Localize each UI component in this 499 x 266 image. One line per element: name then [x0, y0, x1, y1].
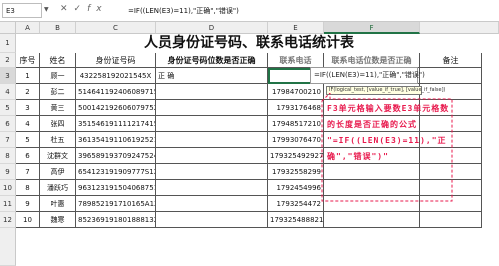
- table-cell-id-check[interactable]: [156, 164, 268, 180]
- row-header[interactable]: 5: [0, 100, 16, 116]
- column-header-c[interactable]: C: [76, 22, 156, 34]
- header-phone-check[interactable]: 联系电话位数是否正确: [324, 53, 420, 68]
- table-cell-id[interactable]: 361354191106192521: [76, 132, 156, 148]
- table-cell-id-check[interactable]: [156, 212, 268, 228]
- header-name[interactable]: 姓名: [40, 53, 76, 68]
- table-cell-seq[interactable]: 4: [16, 116, 40, 132]
- table-cell-id[interactable]: 432258192021545X: [76, 68, 156, 84]
- header-remark[interactable]: 备注: [420, 53, 482, 68]
- table-cell-id[interactable]: 852369191801888132I: [76, 212, 156, 228]
- table-cell-remark[interactable]: [420, 68, 482, 84]
- table-cell-phone[interactable]: 1793176468: [268, 100, 324, 116]
- table-cell-phone[interactable]: 17993076470: [268, 132, 324, 148]
- table-cell-seq[interactable]: 2: [16, 84, 40, 100]
- column-header-a[interactable]: A: [16, 22, 40, 34]
- column-header-d[interactable]: D: [156, 22, 268, 34]
- table-cell-name[interactable]: 潘跃巧: [40, 180, 76, 196]
- row-header[interactable]: 4: [0, 84, 16, 100]
- header-seq[interactable]: 序号: [16, 53, 40, 68]
- table-cell-id[interactable]: 654123191909777S1X: [76, 164, 156, 180]
- table-cell-id-check[interactable]: [156, 196, 268, 212]
- table-cell-name[interactable]: 杜五: [40, 132, 76, 148]
- row-header[interactable]: 2: [0, 53, 16, 68]
- annotation-text: F3单元格输入要数E3单元格数的长度是否正确的公式 "=IF((LEN(E3)=…: [327, 104, 450, 161]
- column-header-b[interactable]: B: [40, 22, 76, 34]
- table-cell-phone[interactable]: 17932558299: [268, 164, 324, 180]
- row-header[interactable]: 3: [0, 68, 16, 84]
- formula-bar: E3 ▼ ✕✓fx =IF((LEN(E3)=11),"正确","错误"): [0, 0, 499, 22]
- chevron-down-icon[interactable]: ▼: [44, 6, 49, 13]
- table-cell-seq[interactable]: 6: [16, 148, 40, 164]
- table-cell-id[interactable]: 396589193709247524: [76, 148, 156, 164]
- table-cell-name[interactable]: 高伊: [40, 164, 76, 180]
- column-header-f[interactable]: F: [324, 22, 420, 34]
- cancel-icon[interactable]: ✕: [60, 4, 74, 14]
- header-phone[interactable]: 联系电话: [268, 53, 324, 68]
- table-cell-name[interactable]: 沈群文: [40, 148, 76, 164]
- table-cell-id-check[interactable]: [156, 116, 268, 132]
- select-all-corner[interactable]: [0, 22, 16, 34]
- row-header[interactable]: 11: [0, 196, 16, 212]
- table-cell-id[interactable]: 514641192406089715: [76, 84, 156, 100]
- table-cell-seq[interactable]: 5: [16, 132, 40, 148]
- table-cell-phone[interactable]: 1792454996: [268, 180, 324, 196]
- row-header-empty: [0, 228, 16, 266]
- function-icon[interactable]: fx: [87, 4, 108, 14]
- header-id[interactable]: 身份证号码: [76, 53, 156, 68]
- row-header[interactable]: 6: [0, 116, 16, 132]
- table-cell-name[interactable]: 彭二: [40, 84, 76, 100]
- table-cell-seq[interactable]: 1: [16, 68, 40, 84]
- table-cell-name[interactable]: 魏寒: [40, 212, 76, 228]
- table-cell-id-check[interactable]: 正 确: [156, 68, 268, 84]
- name-box[interactable]: E3: [2, 3, 42, 18]
- table-cell-seq[interactable]: 7: [16, 164, 40, 180]
- table-cell-id[interactable]: 963123191504068751: [76, 180, 156, 196]
- table-cell-seq[interactable]: 10: [16, 212, 40, 228]
- table-cell-id[interactable]: 351546191111217415: [76, 116, 156, 132]
- table-cell-id-check[interactable]: [156, 132, 268, 148]
- table-cell-phone[interactable]: 179325492927: [268, 148, 324, 164]
- row-header[interactable]: 1: [0, 34, 16, 53]
- table-cell-name[interactable]: 顾一: [40, 68, 76, 84]
- table-cell-id-check[interactable]: [156, 100, 268, 116]
- table-cell-seq[interactable]: 8: [16, 180, 40, 196]
- table-cell-id-check[interactable]: [156, 84, 268, 100]
- table-cell-name[interactable]: 叶惠: [40, 196, 76, 212]
- table-cell-phone[interactable]: 17948517210: [268, 116, 324, 132]
- confirm-icon[interactable]: ✓: [74, 4, 88, 14]
- row-header[interactable]: 10: [0, 180, 16, 196]
- table-cell-phone[interactable]: 179325488821: [268, 212, 324, 228]
- formula-bar-icons: ✕✓fx: [60, 4, 108, 14]
- formula-input[interactable]: =IF((LEN(E3)=11),"正确","错误"): [128, 6, 239, 16]
- row-header[interactable]: 7: [0, 132, 16, 148]
- table-cell-id[interactable]: 789852191710165A1X: [76, 196, 156, 212]
- table-cell-name[interactable]: 张四: [40, 116, 76, 132]
- table-cell-name[interactable]: 黄三: [40, 100, 76, 116]
- table-cell-id-check[interactable]: [156, 180, 268, 196]
- cell-editor[interactable]: =IF((LEN(E3)=11),"正确","错误"): [310, 67, 425, 84]
- table-cell-id[interactable]: 500142192606079752X: [76, 100, 156, 116]
- sheet-title[interactable]: 人员身份证号码、联系电话统计表: [16, 34, 482, 53]
- table-cell-id-check[interactable]: [156, 148, 268, 164]
- table-cell-phone-check[interactable]: [324, 212, 420, 228]
- column-header-g[interactable]: [420, 22, 499, 34]
- table-cell-remark[interactable]: [420, 212, 482, 228]
- table-cell-seq[interactable]: 3: [16, 100, 40, 116]
- row-header[interactable]: 9: [0, 164, 16, 180]
- column-header-e[interactable]: E: [268, 22, 324, 34]
- table-cell-seq[interactable]: 9: [16, 196, 40, 212]
- row-header[interactable]: 8: [0, 148, 16, 164]
- header-id-check[interactable]: 身份证号码位数是否正确: [156, 53, 268, 68]
- table-cell-phone[interactable]: 1793254472: [268, 196, 324, 212]
- table-cell-phone[interactable]: 17984700210: [268, 84, 324, 100]
- row-header[interactable]: 12: [0, 212, 16, 228]
